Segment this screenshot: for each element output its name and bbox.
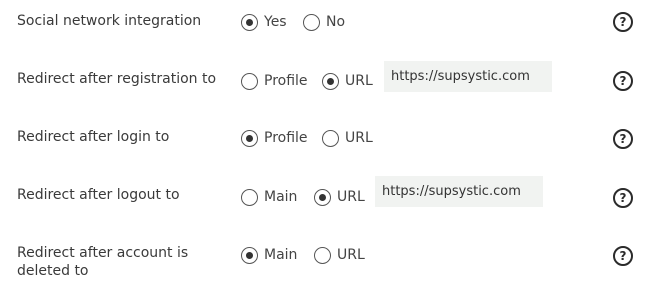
radio-url[interactable]: URL	[314, 244, 365, 266]
radio-label: Profile	[264, 73, 308, 89]
radio-circle[interactable]	[314, 246, 331, 264]
radio-label: Main	[264, 189, 298, 205]
radio-yes[interactable]: Yes	[241, 11, 287, 33]
radio-url[interactable]: URL	[322, 70, 373, 92]
radio-main[interactable]: Main	[241, 244, 297, 266]
radio-circle[interactable]	[241, 129, 258, 147]
radio-label: Yes	[264, 14, 287, 30]
radio-label: URL	[337, 247, 365, 263]
help-icon[interactable]: ?	[613, 12, 633, 32]
radio-circle[interactable]	[314, 188, 331, 206]
setting-label: Redirect after logout to	[17, 187, 180, 203]
radio-circle[interactable]	[303, 13, 320, 31]
radio-circle[interactable]	[241, 188, 258, 206]
redirect-url-field[interactable]	[375, 176, 543, 207]
radio-label: URL	[337, 189, 365, 205]
radio-circle[interactable]	[241, 246, 258, 264]
help-icon[interactable]: ?	[613, 188, 633, 208]
radio-circle[interactable]	[241, 13, 258, 31]
setting-label: Redirect after registration to	[17, 71, 217, 87]
radio-label: No	[326, 14, 346, 30]
radio-url[interactable]: URL	[322, 127, 373, 149]
help-icon[interactable]: ?	[613, 71, 633, 91]
help-icon[interactable]: ?	[613, 129, 633, 149]
redirect-url-field[interactable]	[384, 61, 552, 92]
setting-label: Redirect after account is deleted to	[17, 245, 189, 279]
radio-no[interactable]: No	[303, 11, 345, 33]
radio-profile[interactable]: Profile	[241, 70, 308, 92]
radio-circle[interactable]	[322, 72, 339, 90]
setting-label: Redirect after login to	[17, 129, 170, 145]
radio-label: Profile	[264, 130, 308, 146]
radio-label: URL	[345, 130, 373, 146]
radio-main[interactable]: Main	[241, 186, 297, 208]
radio-label: URL	[345, 73, 373, 89]
help-icon[interactable]: ?	[613, 246, 633, 266]
radio-circle[interactable]	[241, 72, 258, 90]
radio-label: Main	[264, 247, 298, 263]
radio-profile[interactable]: Profile	[241, 127, 308, 149]
setting-label: Social network integration	[17, 13, 202, 29]
radio-url[interactable]: URL	[314, 186, 365, 208]
radio-circle[interactable]	[322, 129, 339, 147]
